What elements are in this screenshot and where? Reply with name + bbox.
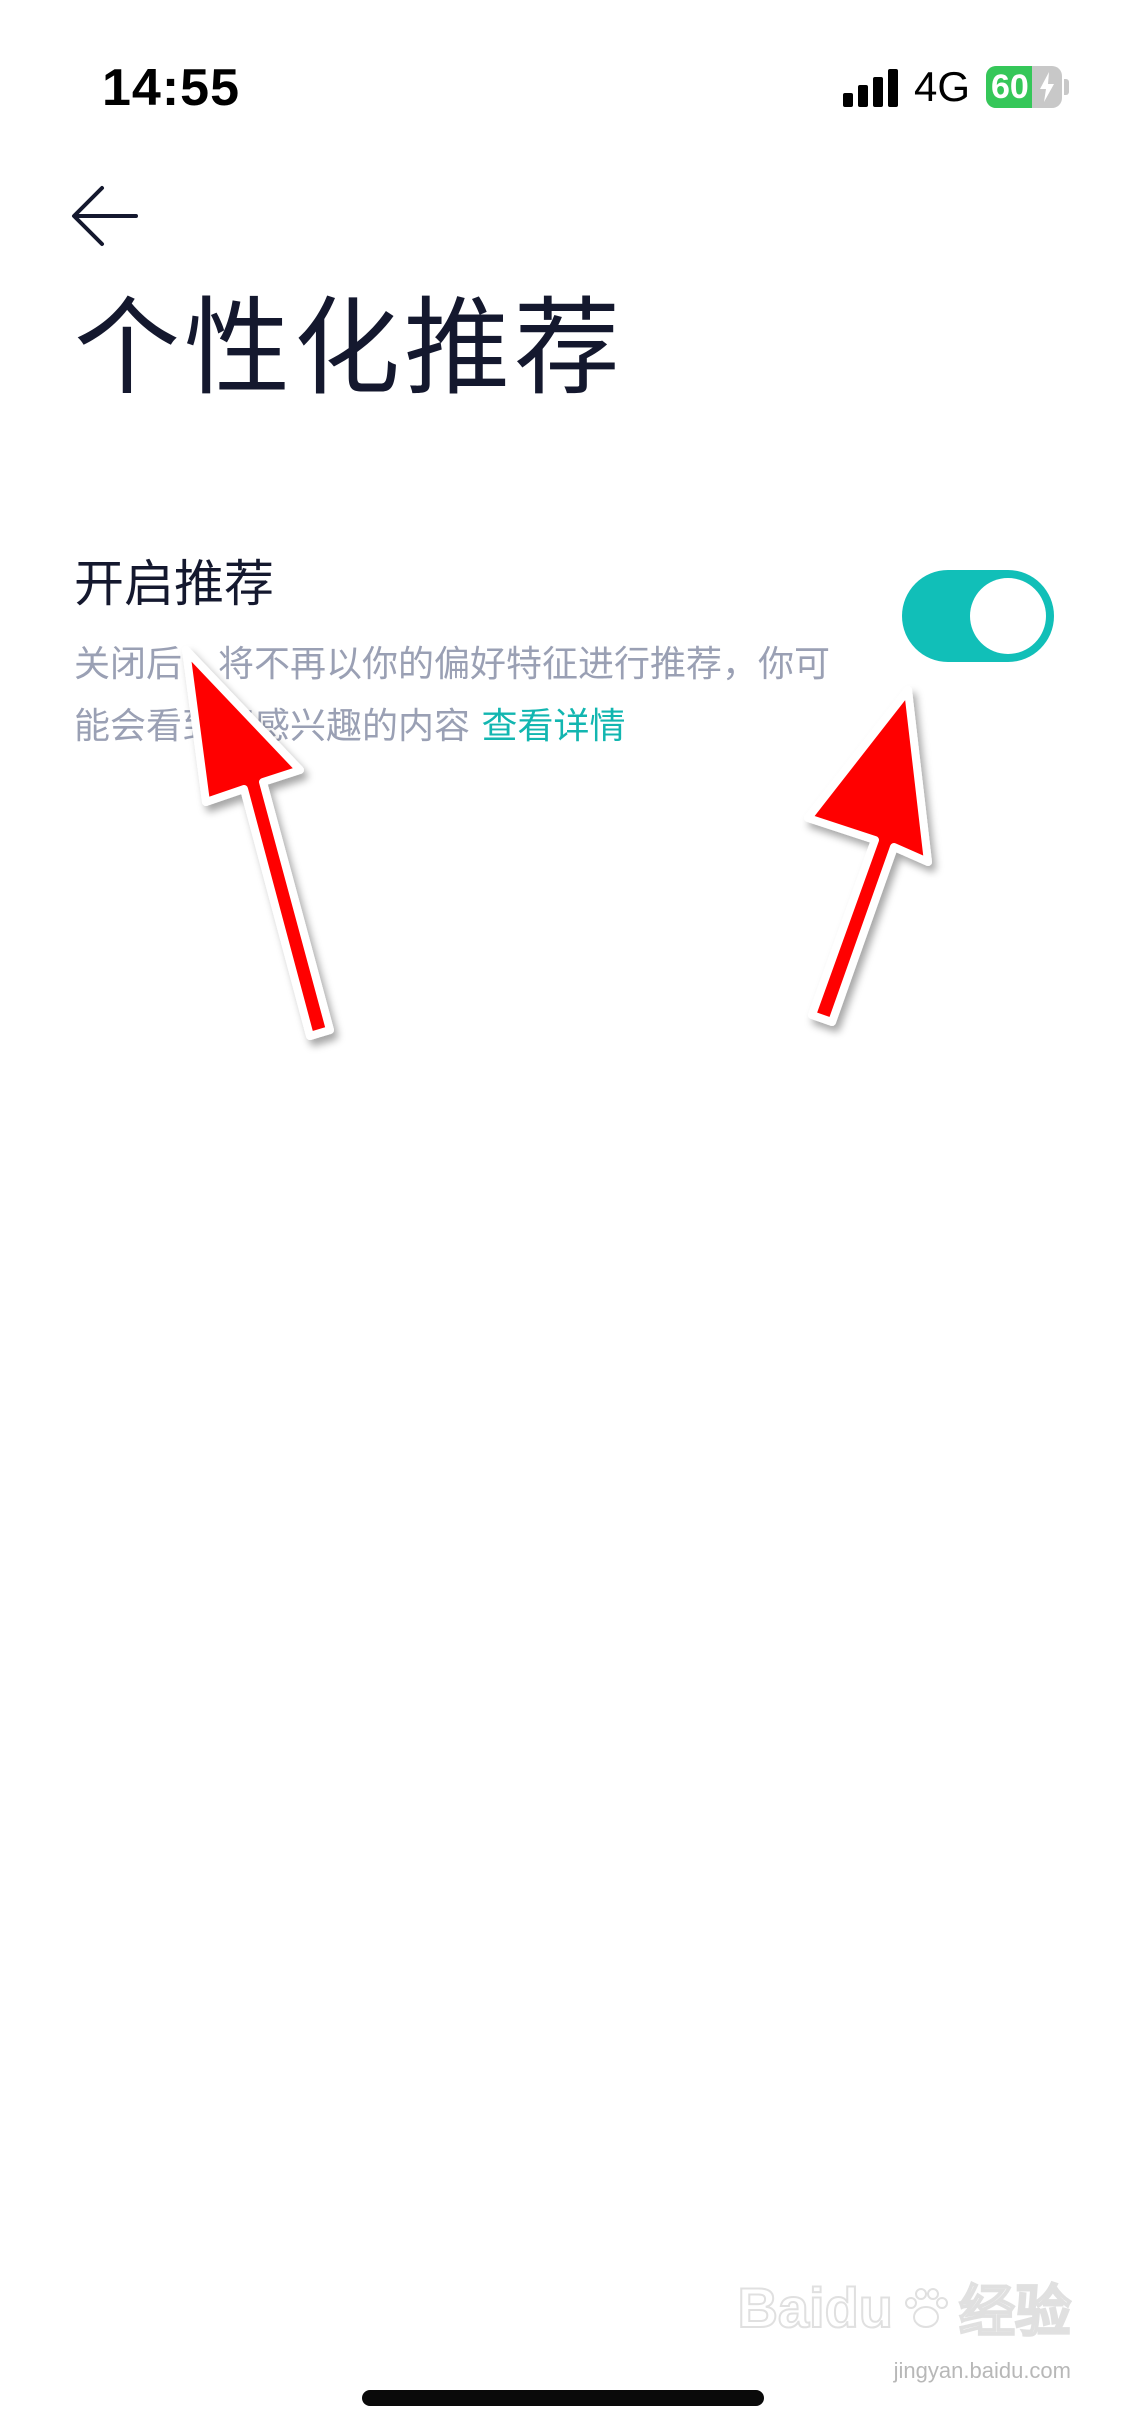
watermark-url: jingyan.baidu.com xyxy=(893,2358,1071,2383)
view-details-link[interactable]: 查看详情 xyxy=(481,706,625,747)
screen: 14:55 4G 60 个性化推荐 开启推荐 关闭后，将不再以你的偏好特征进行推… xyxy=(0,0,1125,2436)
signal-icon xyxy=(842,67,898,107)
status-time: 14:55 xyxy=(102,59,240,117)
arrow-left-icon xyxy=(72,186,138,246)
recommendation-toggle[interactable] xyxy=(902,570,1054,662)
paw-icon xyxy=(905,2287,948,2328)
battery-icon: 60 xyxy=(986,66,1069,108)
watermark-suffix: 经验 xyxy=(958,2279,1072,2344)
recommendation-setting-row: 开启推荐 关闭后，将不再以你的偏好特征进行推荐，你可能会看到不感兴趣的内容 查看… xyxy=(0,540,1125,780)
network-type: 4G xyxy=(913,63,970,110)
toggle-knob xyxy=(970,578,1046,654)
baidu-watermark: Baidu 经验 xyxy=(736,2267,1072,2348)
status-indicators: 4G 60 xyxy=(842,62,1069,112)
watermark-brand: Baidu xyxy=(736,2275,894,2340)
back-button[interactable] xyxy=(66,176,146,256)
setting-label: 开启推荐 xyxy=(74,555,274,613)
page-title: 个性化推荐 xyxy=(74,287,624,410)
setting-description: 关闭后，将不再以你的偏好特征进行推荐，你可能会看到不感兴趣的内容 xyxy=(74,644,831,747)
charging-bolt-icon xyxy=(1040,72,1054,102)
battery-level: 60 xyxy=(991,68,1029,106)
setting-description-block: 关闭后，将不再以你的偏好特征进行推荐，你可能会看到不感兴趣的内容 查看详情 xyxy=(74,634,834,758)
home-indicator[interactable] xyxy=(362,2390,764,2406)
